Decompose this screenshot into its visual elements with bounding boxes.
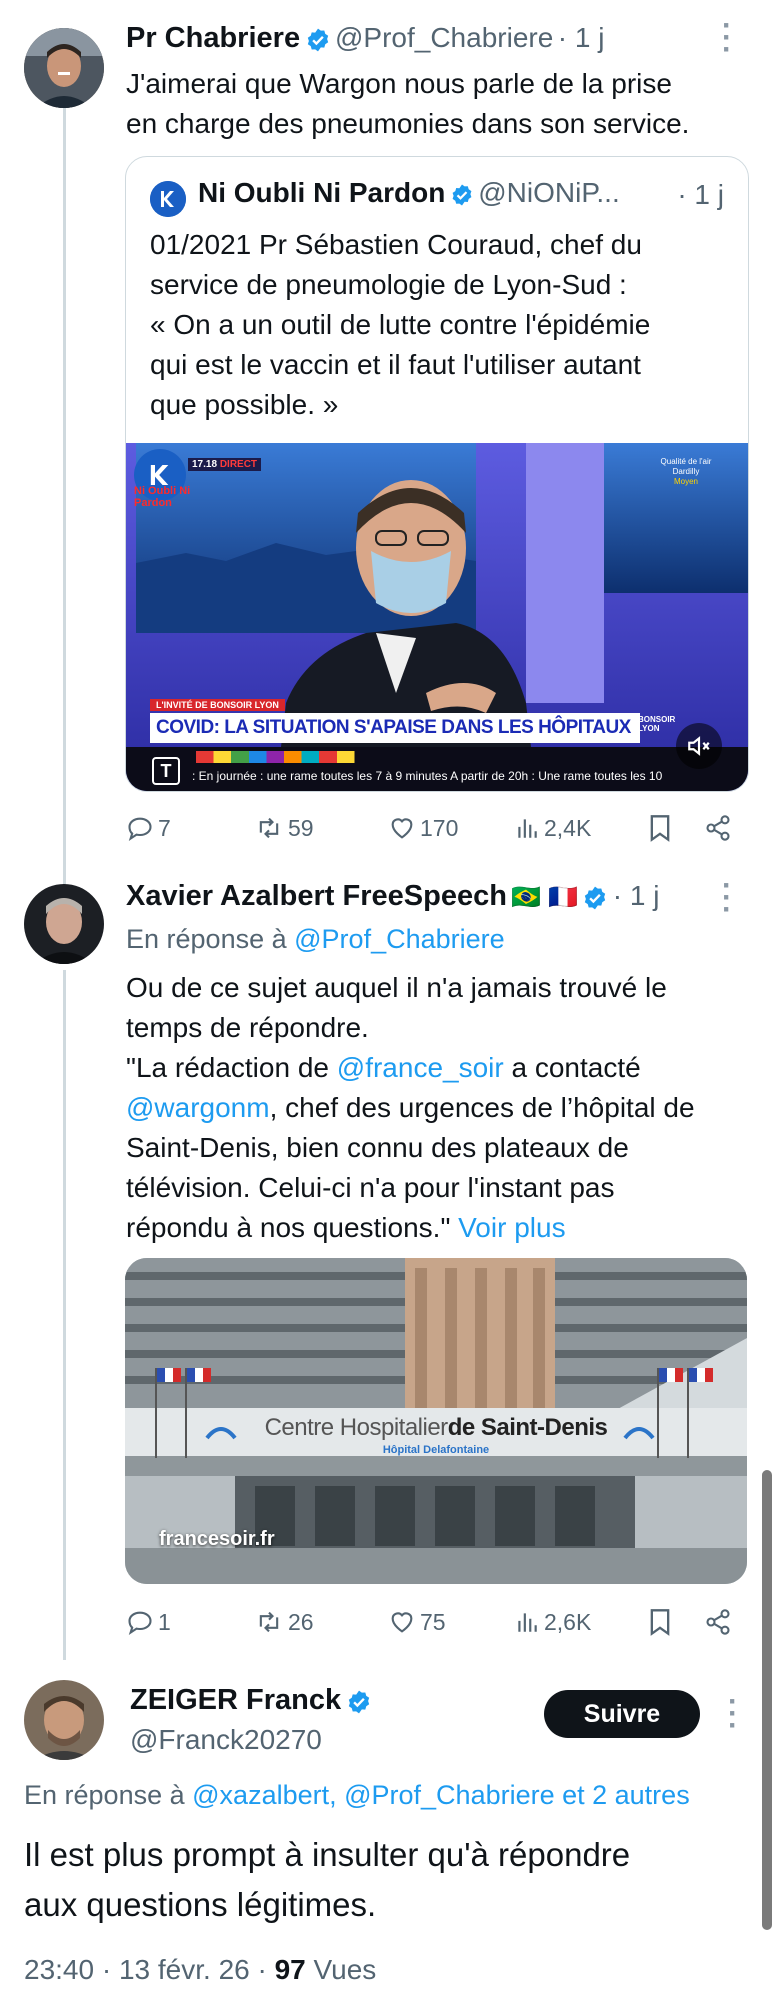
quote-author-name: Ni Oubli Ni Pardon: [198, 177, 446, 208]
watermark-text: Ni Oubli Ni Pardon: [134, 485, 191, 509]
quote-header: Ni Oubli Ni Pardon @NiONiP...: [198, 177, 620, 212]
avatar[interactable]: [24, 1680, 104, 1760]
heart-icon: [391, 818, 413, 839]
reply-icon: [128, 1611, 152, 1635]
bookmark-icon: [650, 815, 670, 842]
share-icon: [706, 1609, 730, 1635]
verified-badge-icon: [582, 885, 608, 916]
like-button[interactable]: 75: [388, 1608, 446, 1636]
quote-text: 01/2021 Pr Sébastien Couraud, chef du se…: [150, 229, 651, 420]
ticker-logo-icon: T: [152, 757, 180, 785]
air-quality-widget: Qualité de l'air Dardilly Moyen: [660, 457, 712, 486]
tweet-timestamp[interactable]: 23:40 · 13 févr. 26 · 97 Vues: [24, 1954, 376, 1986]
author-name[interactable]: Xavier Azalbert FreeSpeech: [126, 880, 507, 912]
like-count: 170: [420, 814, 459, 841]
verified-badge-icon: [346, 1689, 372, 1720]
quote-avatar: [150, 181, 186, 217]
reply-count: 1: [158, 1608, 171, 1635]
share-button[interactable]: [704, 814, 732, 842]
bookmark-button[interactable]: [648, 814, 672, 842]
guest-label: L'INVITÉ DE BONSOIR LYON: [150, 699, 285, 711]
ticker-text: : En journée : une rame toutes les 7 à 9…: [192, 769, 663, 783]
tweet-text-line: J'aimerai que Wargon nous parle de la pr…: [126, 68, 672, 99]
reply-button[interactable]: 7: [126, 814, 171, 842]
tweet-actions: 1 26 75 2,6K: [126, 1602, 746, 1642]
quote-time: · 1 j: [677, 179, 724, 210]
repost-count: 59: [288, 814, 314, 841]
like-button[interactable]: 170: [388, 814, 458, 842]
thread-line: [63, 970, 66, 1660]
show-tag: BONSOIR LYON: [638, 715, 676, 733]
quoted-tweet-card[interactable]: Ni Oubli Ni Pardon @NiONiP... · 1 j 01/2…: [125, 156, 749, 792]
author-handle[interactable]: @Prof_Chabriere: [335, 22, 553, 53]
tweet-time[interactable]: · 1 j: [558, 22, 605, 53]
scrollbar[interactable]: [762, 1470, 772, 1930]
mention-link[interactable]: @wargonm: [126, 1092, 270, 1123]
bookmark-icon: [650, 1609, 670, 1636]
video-ticker: T : En journée : une rame toutes les 7 à…: [126, 747, 748, 791]
like-count: 75: [420, 1608, 446, 1635]
tweet-header: Pr Chabriere @Prof_Chabriere · 1 j: [126, 22, 604, 58]
repost-button[interactable]: 59: [254, 814, 314, 842]
tweet-text: Ou de ce sujet auquel il n'a jamais trou…: [126, 972, 695, 1243]
views-count: 97: [274, 1954, 306, 1985]
reply-button[interactable]: 1: [126, 1608, 171, 1636]
avatar[interactable]: [24, 28, 104, 108]
transit-lines-icon: [196, 751, 416, 763]
hospital-sign-sub: Hôpital Delafontaine: [382, 1444, 490, 1456]
reply-context: En réponse à @xazalbert, @Prof_Chabriere…: [24, 1780, 690, 1810]
share-button[interactable]: [704, 1608, 732, 1636]
follow-button[interactable]: Suivre: [544, 1690, 700, 1738]
link-domain: francesoir.fr: [159, 1528, 275, 1550]
author-block: ZEIGER Franck @Franck20270: [130, 1684, 372, 1756]
reply-to-link[interactable]: @Prof_Chabriere: [294, 924, 505, 954]
repost-icon: [259, 817, 279, 839]
repost-icon: [259, 1611, 279, 1633]
repost-button[interactable]: 26: [254, 1608, 314, 1636]
reply-count: 7: [158, 814, 171, 841]
views-button[interactable]: 2,6K: [514, 1609, 591, 1636]
verified-badge-icon: [450, 183, 474, 212]
tweet-header: Xavier Azalbert FreeSpeech 🇧🇷 🇫🇷 · 1 j: [126, 880, 659, 916]
author-name[interactable]: ZEIGER Franck: [130, 1684, 341, 1716]
reply-to-link[interactable]: @xazalbert, @Prof_Chabriere et 2 autres: [192, 1780, 690, 1810]
repost-count: 26: [288, 1608, 314, 1635]
tweet-actions: 7 59 170 2,4K: [126, 808, 746, 848]
author-flags: 🇧🇷 🇫🇷: [511, 884, 578, 911]
analytics-icon: [518, 819, 537, 838]
more-options-icon[interactable]: · · ·: [722, 871, 732, 925]
link-card-image[interactable]: Centre Hospitalierde Saint-Denis Hôpital…: [125, 1258, 747, 1584]
share-icon: [706, 815, 730, 841]
author-name[interactable]: Pr Chabriere: [126, 22, 300, 54]
quote-author-handle: @NiONiP...: [478, 177, 620, 208]
more-options-icon[interactable]: · · ·: [728, 1687, 738, 1741]
bookmark-button[interactable]: [648, 1608, 672, 1636]
mute-icon[interactable]: [676, 723, 722, 769]
mention-link[interactable]: @france_soir: [337, 1052, 504, 1083]
video-live-badge: 17.18 DIRECT: [188, 458, 262, 471]
tweet-text-line: en charge des pneumonies dans son servic…: [126, 108, 690, 139]
analytics-icon: [518, 1613, 537, 1632]
avatar[interactable]: [24, 884, 104, 964]
author-handle[interactable]: @Franck20270: [130, 1724, 372, 1756]
views-count: 2,6K: [544, 1608, 592, 1635]
reply-context: En réponse à @Prof_Chabriere: [126, 924, 505, 954]
video-headline: COVID: LA SITUATION S'APAISE DANS LES HÔ…: [150, 713, 640, 743]
verified-badge-icon: [305, 27, 331, 58]
hospital-sign: Centre Hospitalierde Saint-Denis: [264, 1414, 608, 1441]
tweet-text: J'aimerai que Wargon nous parle de la pr…: [126, 64, 746, 144]
tweet-time[interactable]: · 1 j: [613, 880, 660, 911]
views-count: 2,4K: [544, 814, 592, 841]
see-more-link[interactable]: Voir plus: [458, 1212, 565, 1243]
heart-icon: [391, 1612, 413, 1633]
views-button[interactable]: 2,4K: [514, 815, 591, 842]
thread-line: [63, 78, 66, 938]
reply-icon: [128, 817, 152, 841]
tweet-text: Il est plus prompt à insulter qu'à répon…: [24, 1836, 631, 1923]
quote-video[interactable]: 17.18 DIRECT Ni Oubli Ni Pardon Qualité …: [126, 443, 748, 791]
more-options-icon[interactable]: · · ·: [722, 11, 732, 65]
